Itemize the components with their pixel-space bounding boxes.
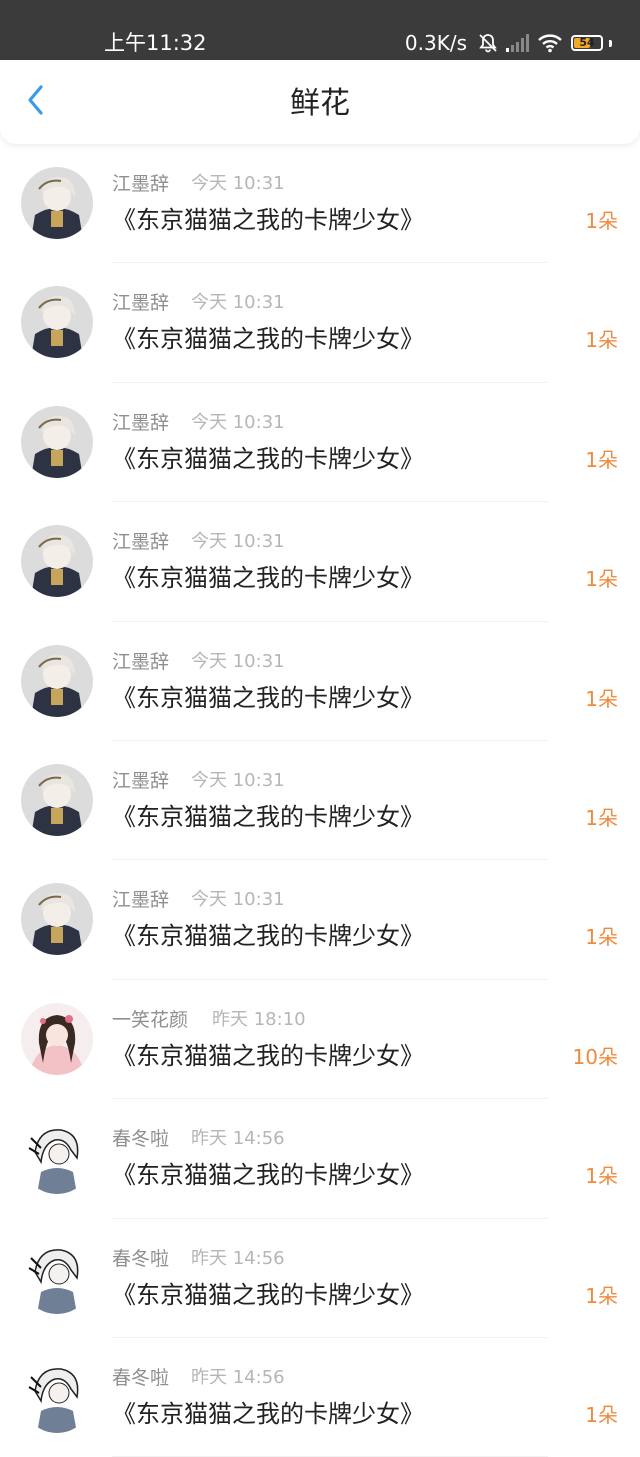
flower-count: 1朵 xyxy=(585,209,618,233)
book-title[interactable]: 《东京猫猫之我的卡牌少女》 xyxy=(112,920,424,952)
list-item[interactable]: 春冬啦 昨天 14:56 《东京猫猫之我的卡牌少女》 1朵 xyxy=(0,1219,640,1339)
user-name: 江墨辞 xyxy=(112,411,170,434)
flower-count: 1朵 xyxy=(585,1402,618,1427)
flower-count: 1朵 xyxy=(585,447,618,472)
avatar[interactable] xyxy=(21,286,93,359)
book-title[interactable]: 《东京猫猫之我的卡牌少女》 xyxy=(112,443,424,475)
timestamp: 昨天 14:56 xyxy=(191,1128,285,1150)
avatar[interactable] xyxy=(21,525,93,598)
wifi-icon xyxy=(537,33,563,53)
status-time: 上午11:32 xyxy=(104,31,207,55)
list-item[interactable]: 江墨辞 今天 10:31 《东京猫猫之我的卡牌少女》 1朵 xyxy=(0,741,640,861)
timestamp: 今天 10:31 xyxy=(191,650,285,672)
flower-count: 10朵 xyxy=(572,1044,618,1069)
flower-count: 1朵 xyxy=(585,328,618,353)
page-title: 鲜花 xyxy=(290,86,350,121)
timestamp: 今天 10:31 xyxy=(191,531,285,553)
timestamp: 今天 10:31 xyxy=(191,889,285,911)
timestamp: 今天 10:31 xyxy=(191,292,285,314)
battery-text: 54 xyxy=(579,36,595,49)
list-item[interactable]: 一笑花颜 昨天 18:10 《东京猫猫之我的卡牌少女》 10朵 xyxy=(0,980,640,1100)
book-title[interactable]: 《东京猫猫之我的卡牌少女》 xyxy=(112,682,424,714)
flower-count: 1朵 xyxy=(585,686,618,711)
flower-count: 1朵 xyxy=(585,1283,618,1308)
status-bar: 上午11:32 0.3K/s 54 xyxy=(0,0,640,60)
user-name: 一笑花颜 xyxy=(112,1008,189,1031)
avatar[interactable] xyxy=(21,883,93,956)
avatar[interactable] xyxy=(21,644,93,717)
list-item[interactable]: 江墨辞 今天 10:31 《东京猫猫之我的卡牌少女》 1朵 xyxy=(0,502,640,622)
flower-list: 江墨辞 今天 10:31 《东京猫猫之我的卡牌少女》 1朵 江墨辞 今天 10:… xyxy=(0,144,640,1457)
avatar[interactable] xyxy=(21,1360,93,1433)
signal-icon xyxy=(505,33,531,53)
list-item[interactable]: 春冬啦 昨天 14:56 《东京猫猫之我的卡牌少女》 1朵 xyxy=(0,1099,640,1219)
book-title[interactable]: 《东京猫猫之我的卡牌少女》 xyxy=(112,323,424,355)
timestamp: 昨天 14:56 xyxy=(191,1247,285,1269)
list-item[interactable]: 江墨辞 今天 10:31 《东京猫猫之我的卡牌少女》 1朵 xyxy=(0,622,640,742)
timestamp: 昨天 14:56 xyxy=(191,1366,285,1388)
list-item[interactable]: 江墨辞 今天 10:31 《东京猫猫之我的卡牌少女》 1朵 xyxy=(0,263,640,384)
user-name: 江墨辞 xyxy=(112,650,170,673)
user-name: 春冬啦 xyxy=(112,1128,170,1151)
timestamp: 今天 10:31 xyxy=(191,173,285,194)
user-name: 江墨辞 xyxy=(112,531,170,554)
book-title[interactable]: 《东京猫猫之我的卡牌少女》 xyxy=(112,1279,424,1311)
user-name: 江墨辞 xyxy=(112,769,170,792)
battery-icon: 54 xyxy=(571,35,603,51)
header: 鲜花 xyxy=(0,60,640,144)
book-title[interactable]: 《东京猫猫之我的卡牌少女》 xyxy=(112,1040,424,1072)
timestamp: 今天 10:31 xyxy=(191,769,285,791)
status-icons: 0.3K/s 54 xyxy=(405,30,612,56)
avatar[interactable] xyxy=(21,405,93,478)
user-name: 春冬啦 xyxy=(112,1247,170,1270)
timestamp: 今天 10:31 xyxy=(191,411,285,433)
avatar[interactable] xyxy=(21,763,93,836)
list-item[interactable]: 春冬啦 昨天 14:56 《东京猫猫之我的卡牌少女》 1朵 xyxy=(0,1338,640,1457)
book-title[interactable]: 《东京猫猫之我的卡牌少女》 xyxy=(112,204,424,236)
bell-muted-icon xyxy=(477,32,499,54)
flower-count: 1朵 xyxy=(585,567,618,592)
net-speed: 0.3K/s xyxy=(404,31,467,55)
book-title[interactable]: 《东京猫猫之我的卡牌少女》 xyxy=(112,1159,424,1191)
user-name: 江墨辞 xyxy=(112,173,170,195)
battery-cap xyxy=(609,39,612,47)
flower-count: 1朵 xyxy=(585,805,618,830)
book-title[interactable]: 《东京猫猫之我的卡牌少女》 xyxy=(112,562,424,594)
user-name: 江墨辞 xyxy=(112,292,170,315)
avatar[interactable] xyxy=(21,167,93,239)
user-name: 春冬啦 xyxy=(112,1366,170,1389)
avatar[interactable] xyxy=(21,1241,93,1314)
list-item[interactable]: 江墨辞 今天 10:31 《东京猫猫之我的卡牌少女》 1朵 xyxy=(0,144,640,264)
user-name: 江墨辞 xyxy=(112,889,170,912)
flower-count: 1朵 xyxy=(585,925,618,950)
list-item[interactable]: 江墨辞 今天 10:31 《东京猫猫之我的卡牌少女》 1朵 xyxy=(0,860,640,981)
timestamp: 昨天 18:10 xyxy=(212,1008,306,1030)
avatar[interactable] xyxy=(21,1002,93,1075)
list-item[interactable]: 江墨辞 今天 10:31 《东京猫猫之我的卡牌少女》 1朵 xyxy=(0,383,640,503)
book-title[interactable]: 《东京猫猫之我的卡牌少女》 xyxy=(112,1398,424,1430)
book-title[interactable]: 《东京猫猫之我的卡牌少女》 xyxy=(112,801,424,833)
flower-count: 1朵 xyxy=(585,1164,618,1189)
avatar[interactable] xyxy=(21,1122,93,1195)
